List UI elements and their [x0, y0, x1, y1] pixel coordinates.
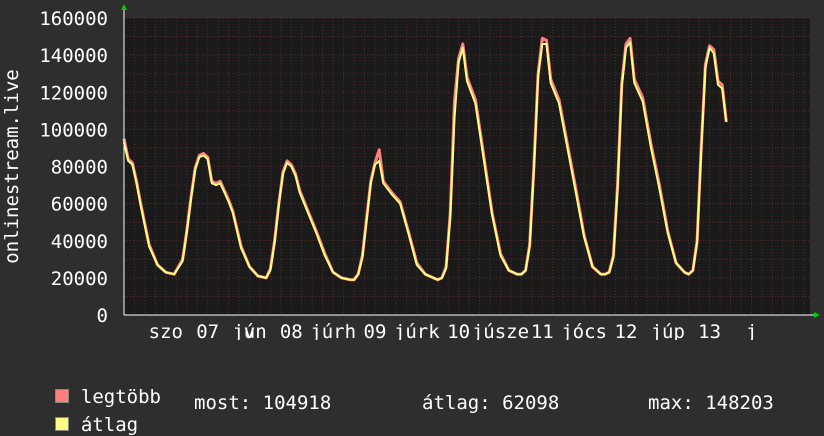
x-tick-label: 10 [447, 321, 470, 340]
stat-max: max: 148203 [648, 392, 774, 414]
x-tick-label: júrk [394, 321, 440, 340]
legend-item-avg: átlag [32, 392, 138, 436]
y-axis-ticks: 0 20000 40000 60000 80000 100000 120000 140000 1… [39, 8, 108, 327]
y-tick-label: 140000 [39, 45, 108, 67]
y-tick-label: 0 [97, 305, 108, 327]
x-tick-label: júp [651, 321, 685, 340]
x-tick-label: 11 [531, 321, 554, 340]
legend-label-avg: átlag [80, 414, 139, 436]
legend-swatch-avg [54, 416, 69, 431]
x-axis-ticks: szo 07 júnv 08 júrh 09 júrk 10 júsze 11 jócs 12 júp 1… [149, 321, 758, 343]
x-tick-label: 13 [698, 321, 721, 340]
y-axis-label: onlinestream.live [1, 69, 23, 263]
y-tick-label: 40000 [51, 231, 108, 253]
x-tick-label: v [244, 321, 255, 340]
x-tick-label: 08 [280, 321, 303, 340]
x-tick-label: jócs [561, 321, 607, 340]
y-axis-arrow-icon [121, 4, 127, 10]
y-tick-label: 120000 [39, 82, 108, 104]
x-axis-arrow-icon [814, 312, 820, 318]
x-tick-label: szo [149, 321, 183, 340]
x-tick-label: júsze [472, 321, 529, 340]
x-tick-label: 07 [196, 321, 219, 340]
y-tick-label: 20000 [51, 268, 108, 290]
x-tick-label: 12 [615, 321, 638, 340]
stat-avg: átlag: 62098 [422, 392, 560, 414]
x-tick-label: júrh [310, 321, 356, 340]
y-tick-label: 100000 [39, 119, 108, 141]
y-tick-label: 80000 [51, 157, 108, 179]
stat-now: most: 104918 [194, 392, 332, 414]
x-tick-label: 09 [364, 321, 387, 340]
y-tick-label: 60000 [51, 194, 108, 216]
y-tick-label: 160000 [39, 8, 108, 30]
x-tick-label: j [746, 321, 757, 340]
line-chart: 0 20000 40000 60000 80000 100000 120000 140000 1… [1, 4, 820, 343]
chart-area: 0 20000 40000 60000 80000 100000 120000 140000 1… [0, 0, 824, 343]
